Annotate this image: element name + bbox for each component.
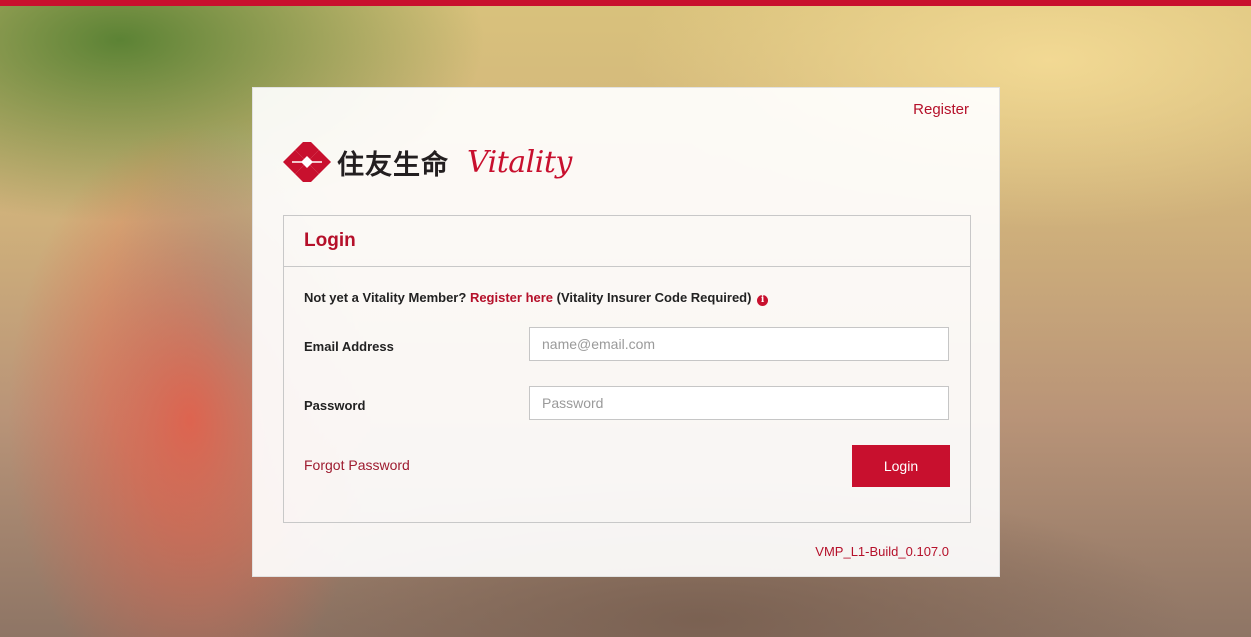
register-here-link[interactable]: Register here — [470, 290, 553, 305]
password-field[interactable] — [529, 386, 949, 420]
register-link[interactable]: Register — [913, 101, 969, 118]
email-label: Email Address — [304, 339, 394, 354]
logo: 住友生命 Vitality — [283, 140, 572, 184]
member-prompt-suffix: (Vitality Insurer Code Required) — [556, 290, 752, 305]
forgot-password-link[interactable]: Forgot Password — [304, 457, 410, 473]
email-field[interactable] — [529, 327, 949, 361]
sumitomo-logo-icon — [283, 142, 331, 182]
password-label: Password — [304, 398, 366, 413]
login-button[interactable]: Login — [852, 445, 950, 487]
login-card: Register 住友生命 Vitality Login Not yet a V… — [252, 87, 1000, 577]
member-prompt-prefix: Not yet a Vitality Member? — [304, 290, 467, 305]
info-icon[interactable]: i — [757, 295, 769, 306]
login-panel-title: Login — [284, 216, 970, 267]
login-panel: Login Not yet a Vitality Member? Registe… — [283, 215, 971, 523]
logo-vitality-text: Vitality — [467, 144, 572, 180]
member-prompt: Not yet a Vitality Member? Register here… — [304, 290, 769, 306]
logo-japanese-text: 住友生命 — [337, 149, 449, 181]
build-version: VMP_L1-Build_0.107.0 — [815, 544, 949, 559]
top-accent-bar — [0, 0, 1251, 6]
